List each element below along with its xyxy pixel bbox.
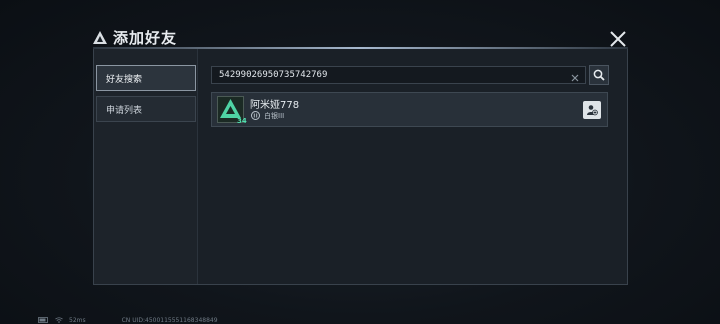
- avatar: 34: [217, 96, 247, 125]
- main-panel: [199, 49, 627, 284]
- sidebar-item-friend-search[interactable]: 好友搜索: [96, 65, 196, 91]
- search-button[interactable]: [589, 65, 609, 85]
- add-friend-button[interactable]: [583, 101, 601, 119]
- logo-icon: [93, 30, 107, 44]
- player-name: 阿米娅778: [250, 100, 300, 111]
- clear-icon: [571, 74, 579, 82]
- ping-text: 52ms: [69, 316, 86, 324]
- wifi-icon: [55, 317, 63, 323]
- search-input[interactable]: [219, 70, 559, 80]
- search-result-row[interactable]: 34 阿米娅778 白银III: [211, 92, 608, 127]
- battery-icon: [38, 317, 48, 323]
- search-icon: [593, 69, 605, 81]
- sidebar: 好友搜索 申请列表: [94, 49, 198, 284]
- add-user-icon: [587, 105, 598, 116]
- sidebar-item-label: 好友搜索: [106, 74, 143, 85]
- search-field: [211, 66, 586, 84]
- clear-search-button[interactable]: [569, 69, 581, 82]
- level-badge: 34: [237, 117, 247, 125]
- dialog-header: 添加好友: [93, 26, 177, 48]
- status-bar: 52ms CN UID:4500115551168348849: [38, 316, 218, 324]
- dialog-title: 添加好友: [113, 28, 178, 47]
- sidebar-item-label: 申请列表: [106, 105, 143, 116]
- rank-icon: [251, 111, 260, 120]
- close-button[interactable]: [609, 30, 627, 48]
- uid-text: CN UID:4500115551168348849: [121, 316, 218, 324]
- close-icon: [610, 31, 626, 47]
- rank-label: 白银III: [264, 112, 285, 120]
- sidebar-item-request-list[interactable]: 申请列表: [96, 96, 196, 122]
